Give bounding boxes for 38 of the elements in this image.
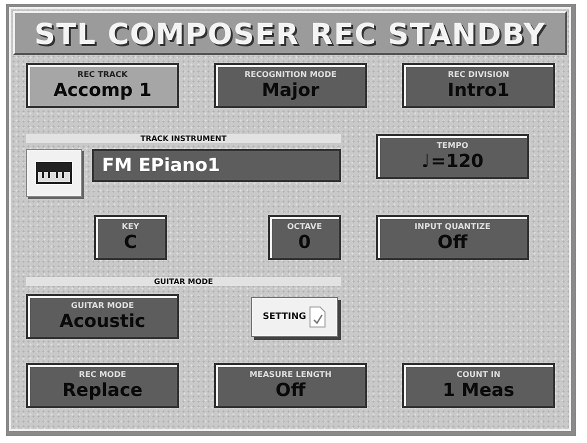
setting-field[interactable]: TEMPO ♩=120: [376, 134, 529, 179]
setting-field[interactable]: COUNT IN 1 Meas: [402, 363, 555, 408]
setting-field[interactable]: RECOGNITION MODE Major: [214, 63, 367, 108]
field-value: 0: [298, 232, 311, 254]
field-value: Major: [262, 80, 320, 102]
field-value: Replace: [62, 380, 143, 402]
field-label: REC MODE: [78, 370, 126, 380]
field-value: Accomp 1: [53, 80, 152, 102]
screen-title: STL COMPOSER REC STANDBY: [13, 11, 567, 55]
setting-field[interactable]: KEY C: [94, 215, 167, 260]
field-label: RECOGNITION MODE: [244, 70, 337, 80]
field-value: Acoustic: [60, 310, 146, 332]
field-value: =120: [430, 150, 484, 172]
field-label: MEASURE LENGTH: [249, 370, 332, 380]
field-label: GUITAR MODE: [71, 300, 134, 310]
field-label: REC TRACK: [77, 70, 128, 80]
setting-field[interactable]: MEASURE LENGTH Off: [214, 363, 367, 408]
setting-field[interactable]: REC TRACK Accomp 1: [26, 63, 179, 108]
setting-field[interactable]: GUITAR MODE Acoustic: [26, 294, 179, 339]
setting-field[interactable]: OCTAVE 0: [268, 215, 341, 260]
document-icon: [309, 306, 326, 328]
field-label: REC DIVISION: [448, 70, 510, 80]
field-value: Intro1: [448, 80, 510, 102]
field-label: INPUT QUANTIZE: [414, 222, 490, 232]
field-label: COUNT IN: [456, 370, 500, 380]
setting-field[interactable]: REC MODE Replace: [26, 363, 179, 408]
field-value: Off: [276, 380, 306, 402]
note-symbol: ♩: [421, 150, 430, 172]
field-value: Off: [438, 232, 468, 254]
field-label: TEMPO: [436, 140, 468, 150]
field-value: 1 Meas: [442, 380, 514, 402]
setting-field[interactable]: INPUT QUANTIZE Off: [376, 215, 529, 260]
keyboard-icon[interactable]: [26, 149, 82, 197]
field-value: C: [124, 232, 138, 254]
setting-field[interactable]: REC DIVISION Intro1: [402, 63, 555, 108]
field-label: OCTAVE: [287, 222, 322, 232]
field-label: KEY: [122, 222, 140, 232]
instrument-name-field[interactable]: FM EPiano1: [92, 149, 341, 182]
